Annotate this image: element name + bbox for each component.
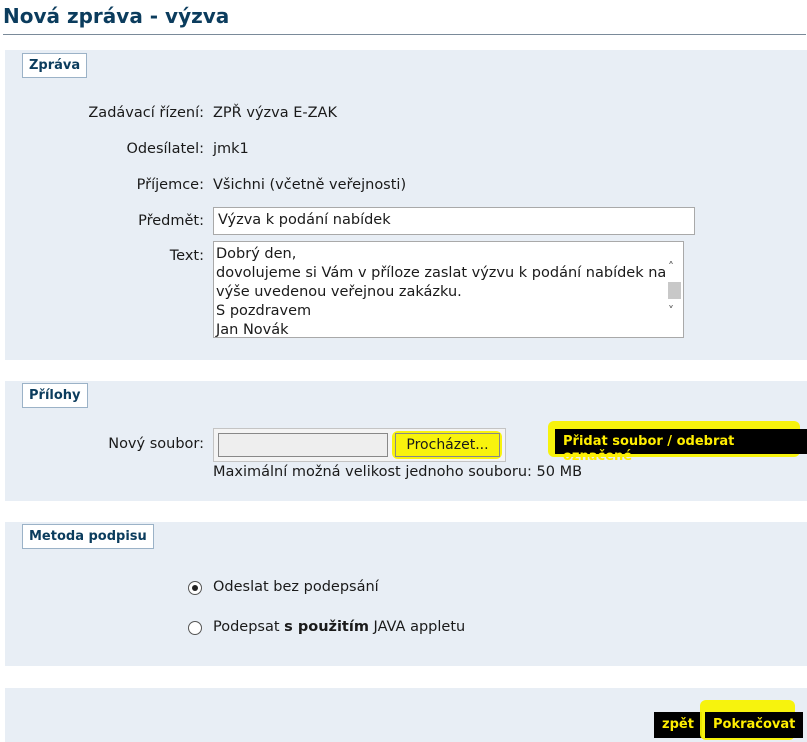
message-text: Dobrý den, dovolujeme si Vám v příloze z… <box>216 245 667 338</box>
radio-java-applet[interactable] <box>188 621 202 635</box>
textarea-scrollbar[interactable]: ˄ ˅ <box>665 242 683 337</box>
sender-value: jmk1 <box>213 141 249 157</box>
recipient-label: Příjemce: <box>136 177 204 193</box>
scroll-down-icon[interactable]: ˅ <box>668 304 674 318</box>
file-path-field[interactable] <box>218 433 388 457</box>
message-legend: Zpráva <box>22 53 88 78</box>
file-picker: Procházet... <box>213 428 506 462</box>
scroll-thumb[interactable] <box>668 282 681 299</box>
radio-selected-dot <box>192 585 198 591</box>
title-divider <box>3 34 806 35</box>
back-button[interactable]: zpět <box>654 712 702 738</box>
procedure-label: Zadávací řízení: <box>88 105 204 121</box>
option-no-signature-label[interactable]: Odeslat bez podepsání <box>213 579 379 595</box>
text-line: dovolujeme si Vám v příloze zaslat výzvu… <box>216 265 667 281</box>
option-java-suffix: JAVA appletu <box>368 619 466 635</box>
sender-label: Odesílatel: <box>126 141 204 157</box>
page-title: Nová zpráva - výzva <box>3 4 230 28</box>
text-line: Dobrý den, <box>216 246 297 262</box>
subject-label: Předmět: <box>138 213 204 229</box>
text-line: Jan Novák <box>216 322 289 338</box>
scroll-up-icon[interactable]: ˄ <box>668 260 674 274</box>
add-remove-files-button[interactable]: Přidat soubor / odebrat označené <box>555 429 807 464</box>
procedure-value: ZPŘ výzva E-ZAK <box>213 105 337 121</box>
text-label: Text: <box>169 248 204 264</box>
text-line: S pozdravem <box>216 303 312 319</box>
radio-no-signature[interactable] <box>188 581 202 595</box>
signature-legend: Metoda podpisu <box>22 524 154 549</box>
browse-button[interactable]: Procházet... <box>395 433 500 457</box>
max-size-note: Maximální možná velikost jednoho souboru… <box>213 464 583 480</box>
text-line: výše uvedenou veřejnou zakázku. <box>216 284 462 300</box>
new-file-label: Nový soubor: <box>108 436 204 452</box>
subject-input[interactable]: Výzva k podání nabídek <box>213 207 695 235</box>
option-java-bold: s použitím <box>284 619 369 635</box>
message-textarea[interactable]: Dobrý den, dovolujeme si Vám v příloze z… <box>213 241 684 338</box>
option-java-prefix: Podepsat <box>213 619 285 635</box>
attachments-legend: Přílohy <box>22 383 88 408</box>
recipient-value: Všichni (včetně veřejnosti) <box>213 177 407 193</box>
option-java-applet-label[interactable]: Podepsat s použitím JAVA appletu <box>213 619 465 635</box>
continue-button[interactable]: Pokračovat <box>705 712 804 738</box>
